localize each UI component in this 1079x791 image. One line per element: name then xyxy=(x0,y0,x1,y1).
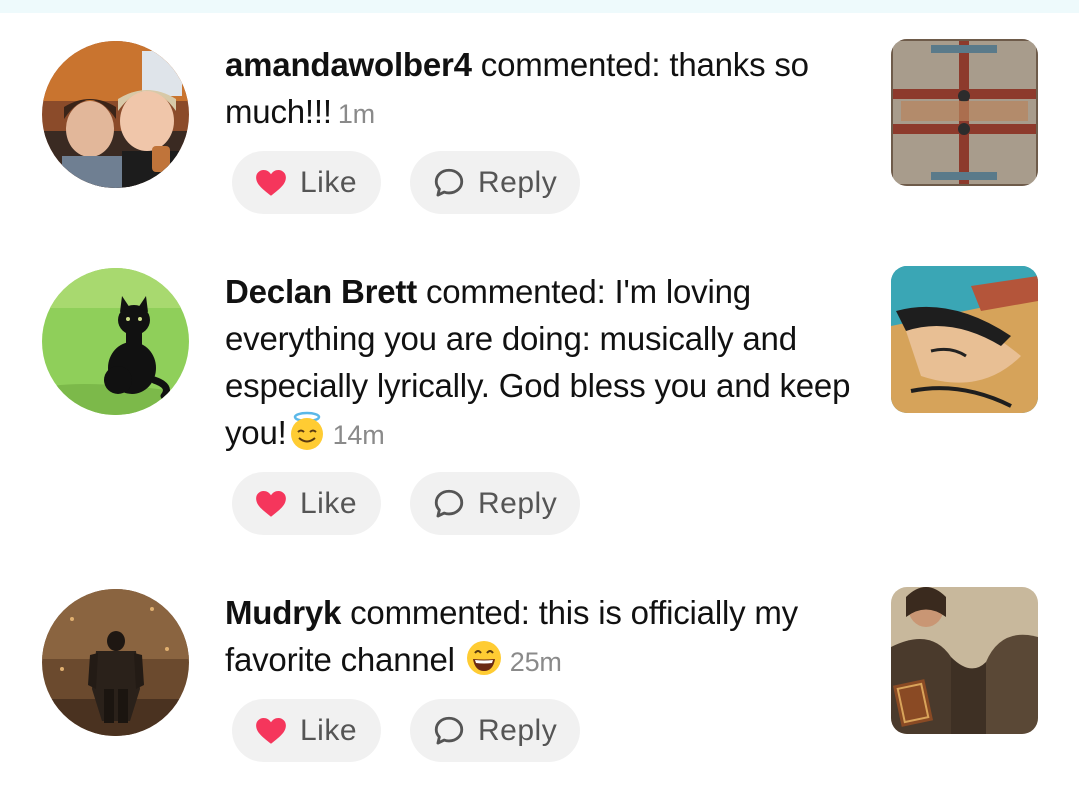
thumbnail-ornate-panel xyxy=(891,39,1038,186)
heart-icon xyxy=(256,717,286,744)
reply-label: Reply xyxy=(478,486,558,520)
comment-timestamp: 25m xyxy=(509,647,562,677)
reply-button[interactable]: Reply xyxy=(410,472,580,535)
comment-verb: commented: xyxy=(341,594,539,631)
speech-bubble-icon xyxy=(434,489,464,517)
smiling-face-with-halo-emoji xyxy=(287,411,327,451)
avatar-photo-black-cat xyxy=(42,268,189,415)
comment-username[interactable]: amandawolber4 xyxy=(225,46,472,83)
video-thumbnail[interactable] xyxy=(891,39,1038,186)
thumbnail-monk-with-book xyxy=(891,587,1038,734)
like-label: Like xyxy=(300,713,358,747)
comment-text: Declan Brett commented: I'm loving every… xyxy=(225,268,865,459)
comment-text: amandawolber4 commented: thanks so much!… xyxy=(225,41,865,138)
like-button[interactable]: Like xyxy=(232,699,381,762)
reply-button[interactable]: Reply xyxy=(410,699,580,762)
reply-label: Reply xyxy=(478,165,558,199)
avatar[interactable] xyxy=(42,268,189,415)
like-button[interactable]: Like xyxy=(232,151,381,214)
comment-verb: commented: xyxy=(417,273,615,310)
video-thumbnail[interactable] xyxy=(891,587,1038,734)
grinning-face-emoji xyxy=(464,638,504,678)
comment-timestamp: 14m xyxy=(332,420,385,450)
avatar-photo-armored-warrior xyxy=(42,589,189,736)
like-button[interactable]: Like xyxy=(232,472,381,535)
heart-icon xyxy=(256,490,286,517)
video-thumbnail[interactable] xyxy=(891,266,1038,413)
avatar-photo-family xyxy=(42,41,189,188)
comment-username[interactable]: Declan Brett xyxy=(225,273,417,310)
avatar[interactable] xyxy=(42,41,189,188)
reply-button[interactable]: Reply xyxy=(410,151,580,214)
heart-icon xyxy=(256,169,286,196)
thumbnail-painted-face xyxy=(891,266,1038,413)
like-label: Like xyxy=(300,486,358,520)
reply-label: Reply xyxy=(478,713,558,747)
top-strip xyxy=(0,0,1079,13)
speech-bubble-icon xyxy=(434,716,464,744)
comment-timestamp: 1m xyxy=(337,99,375,129)
comment-text: Mudryk commented: this is officially my … xyxy=(225,589,865,686)
avatar[interactable] xyxy=(42,589,189,736)
speech-bubble-icon xyxy=(434,168,464,196)
comment-username[interactable]: Mudryk xyxy=(225,594,341,631)
comment-verb: commented: xyxy=(471,46,670,83)
like-label: Like xyxy=(300,165,358,199)
